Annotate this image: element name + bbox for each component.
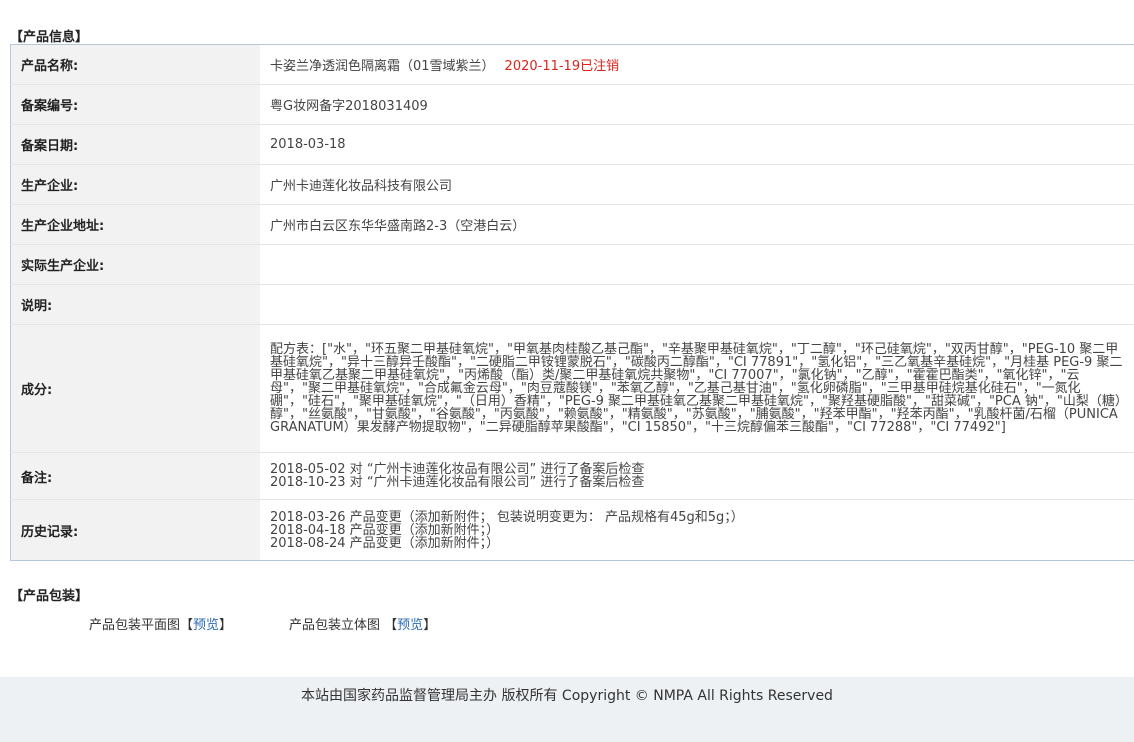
ingredients-value: 配方表：["水"，"环五聚二甲基硅氧烷"，"甲氧基肉桂酸乙基己酯"，"辛基聚甲基…: [260, 324, 1134, 453]
ingredients-label: 成分:: [10, 324, 260, 453]
table-row: 产品名称: 卡姿兰净透润色隔离霜（01雪域紫兰） 2020-11-19已注销: [10, 44, 1134, 85]
preview-flat-link[interactable]: 预览: [193, 618, 219, 633]
bracket-close: 】: [423, 618, 437, 633]
address-label: 生产企业地址:: [10, 204, 260, 245]
product-info-table: 产品名称: 卡姿兰净透润色隔离霜（01雪域紫兰） 2020-11-19已注销 备案…: [10, 44, 1134, 561]
package-solid-label: 产品包装立体图: [289, 618, 381, 633]
history-line: 2018-08-24 产品变更（添加新附件；）: [270, 535, 500, 551]
cancel-status-badge: 2020-11-19已注销: [504, 59, 620, 74]
bracket-open: 【: [180, 618, 194, 633]
record-date-label: 备案日期:: [10, 124, 260, 165]
table-row: 备案日期: 2018-03-18: [10, 124, 1134, 165]
address-value: 广州市白云区东华华盛南路2-3（空港白云）: [260, 204, 1134, 245]
remarks-cell: 2018-05-02 对 “广州卡迪莲化妆品有限公司” 进行了备案后检查 201…: [260, 452, 1134, 500]
product-info-section-title: 【产品信息】: [10, 30, 89, 45]
history-cell: 2018-03-26 产品变更（添加新附件； 包装说明变更为： 产品规格有45g…: [260, 499, 1134, 561]
footer-copyright: 本站由国家药品监督管理局主办 版权所有 Copyright © NMPA All…: [301, 688, 833, 704]
package-solid-view: 产品包装立体图 【预览】: [289, 614, 436, 633]
bracket-open: 【: [384, 618, 398, 633]
preview-solid-link[interactable]: 预览: [397, 618, 423, 633]
table-row: 成分: 配方表：["水"，"环五聚二甲基硅氧烷"，"甲氧基肉桂酸乙基己酯"，"辛…: [10, 324, 1134, 453]
manufacturer-value: 广州卡迪莲化妆品科技有限公司: [260, 164, 1134, 205]
table-row: 历史记录: 2018-03-26 产品变更（添加新附件； 包装说明变更为： 产品…: [10, 499, 1134, 561]
record-no-label: 备案编号:: [10, 84, 260, 125]
product-name-label: 产品名称:: [10, 44, 260, 85]
manufacturer-label: 生产企业:: [10, 164, 260, 205]
record-date-value: 2018-03-18: [260, 124, 1134, 165]
packaging-section-title: 【产品包装】: [10, 589, 89, 604]
table-row: 备案编号: 粤G妆网备字2018031409: [10, 84, 1134, 125]
history-label: 历史记录:: [10, 499, 260, 561]
table-row: 实际生产企业:: [10, 244, 1134, 285]
table-row: 生产企业地址: 广州市白云区东华华盛南路2-3（空港白云）: [10, 204, 1134, 245]
history-line: 2018-03-26 产品变更（添加新附件； 包装说明变更为： 产品规格有45g…: [270, 509, 744, 525]
record-no-value: 粤G妆网备字2018031409: [260, 84, 1134, 125]
footer: 本站由国家药品监督管理局主办 版权所有 Copyright © NMPA All…: [0, 677, 1134, 742]
note-value: [260, 284, 1134, 325]
actual-manufacturer-label: 实际生产企业:: [10, 244, 260, 285]
history-line: 2018-04-18 产品变更（添加新附件；）: [270, 522, 500, 538]
product-name-value: 卡姿兰净透润色隔离霜（01雪域紫兰）: [270, 59, 495, 74]
remarks-label: 备注:: [10, 452, 260, 500]
note-label: 说明:: [10, 284, 260, 325]
package-flat-view: 产品包装平面图【预览】: [89, 614, 232, 633]
actual-manufacturer-value: [260, 244, 1134, 285]
table-row: 说明:: [10, 284, 1134, 325]
product-name-cell: 卡姿兰净透润色隔离霜（01雪域紫兰） 2020-11-19已注销: [260, 44, 1134, 85]
table-row: 备注: 2018-05-02 对 “广州卡迪莲化妆品有限公司” 进行了备案后检查…: [10, 452, 1134, 500]
table-row: 生产企业: 广州卡迪莲化妆品科技有限公司: [10, 164, 1134, 205]
package-flat-label: 产品包装平面图: [89, 618, 181, 633]
bracket-close: 】: [219, 618, 233, 633]
remarks-line: 2018-10-23 对 “广州卡迪莲化妆品有限公司” 进行了备案后检查: [270, 475, 645, 490]
